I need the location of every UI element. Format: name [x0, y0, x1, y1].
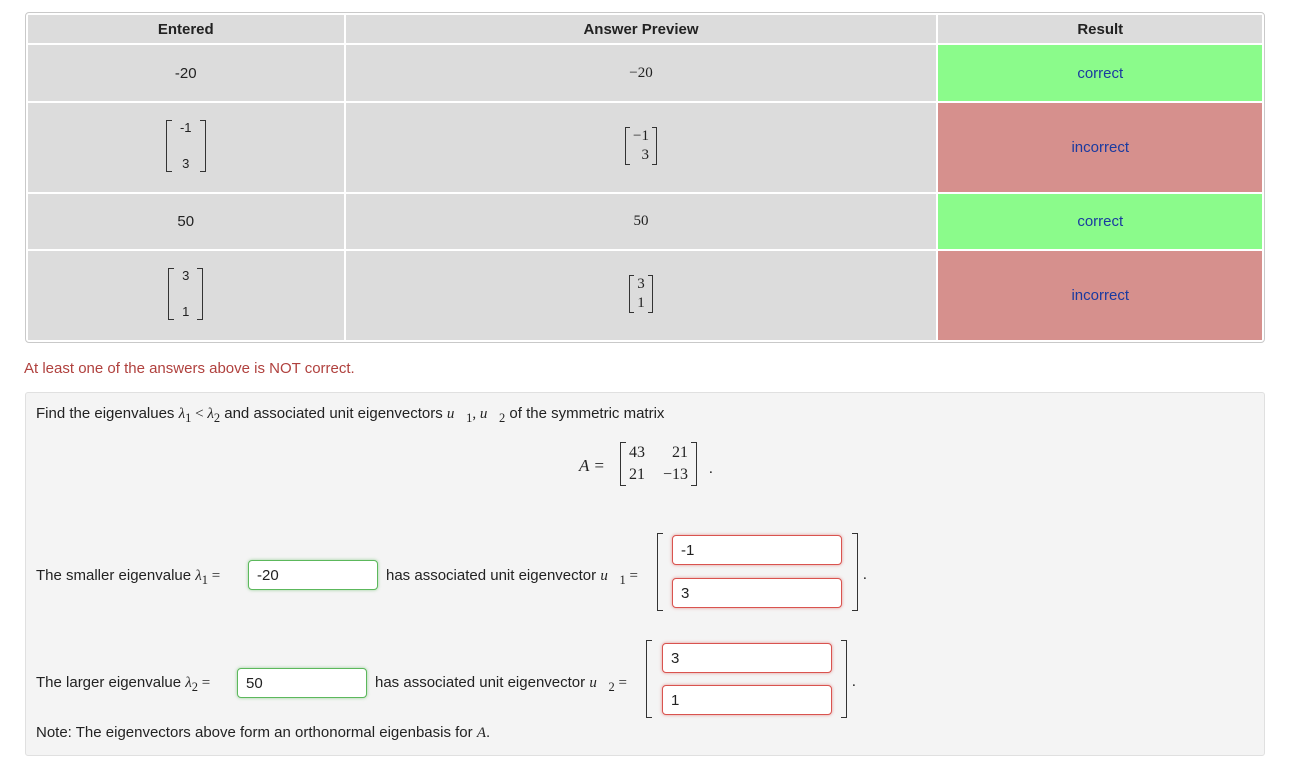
entered-vector: 3 1 [168, 267, 204, 320]
problem-panel: Find the eigenvalues λ1 < λ2 and associa… [25, 392, 1265, 756]
entered-cell: -1 3 [28, 103, 344, 192]
matrix-entry: 43 [629, 444, 645, 461]
matrix-label: A = [579, 456, 605, 475]
header-answer-preview: Answer Preview [345, 15, 937, 43]
table-row: 50 50 correct [28, 194, 1262, 249]
smaller-eigenvalue-label: The smaller eigenvalue λ1 = [36, 567, 221, 587]
problem-statement: Find the eigenvalues λ1 < λ2 and associa… [36, 405, 665, 425]
smaller-eigenvalue-input[interactable] [248, 560, 378, 590]
larger-eigenvalue-label: The larger eigenvalue λ2 = [36, 674, 211, 694]
vector-entry: 3 [182, 267, 190, 283]
table-header-row: Entered Answer Preview Result [28, 15, 1262, 43]
matrix-entry: −13 [663, 466, 689, 483]
vector-entry: 1 [182, 303, 190, 319]
matrix-entry: 21 [672, 444, 689, 461]
u2-label: has associated unit eigenvector u⃗2 = [375, 674, 627, 694]
result-cell: correct [938, 194, 1262, 249]
header-result: Result [938, 15, 1262, 43]
preview-vector: 3 1 [629, 274, 653, 313]
u2-entry-2-input[interactable] [662, 685, 832, 715]
vector-entry: -1 [179, 119, 192, 135]
entered-cell: 50 [28, 194, 344, 249]
preview-cell: 3 1 [345, 251, 937, 340]
entered-cell: 3 1 [28, 251, 344, 340]
table-row: 3 1 3 1 incorrect [28, 251, 1262, 340]
u1-label: has associated unit eigenvector u⃗1 = [386, 567, 638, 587]
matrix-period: . [709, 461, 713, 477]
vector-entry: 3 [637, 275, 645, 292]
u1-entry-2-input[interactable] [672, 578, 842, 608]
entered-cell: -20 [28, 45, 344, 101]
vector-entry: 1 [637, 294, 645, 311]
u1-period: . [863, 567, 867, 583]
matrix-entry: 21 [629, 466, 645, 483]
header-entered: Entered [28, 15, 344, 43]
vector-entry: 3 [641, 146, 649, 163]
matrix-a: 43 21 21 −13 [620, 442, 698, 486]
table-row: -1 3 −1 3 incorrect [28, 103, 1262, 192]
result-cell: incorrect [938, 103, 1262, 192]
u2-period: . [852, 674, 856, 690]
u2-left-bracket [646, 640, 652, 718]
preview-cell: 50 [345, 194, 937, 249]
result-cell: correct [938, 45, 1262, 101]
table-row: -20 −20 correct [28, 45, 1262, 101]
u1-left-bracket [657, 533, 663, 611]
preview-cell: −1 3 [345, 103, 937, 192]
u1-entry-1-input[interactable] [672, 535, 842, 565]
vector-entry: 3 [182, 155, 190, 171]
note-text: Note: The eigenvectors above form an ort… [36, 724, 491, 741]
preview-vector: −1 3 [625, 126, 657, 165]
preview-cell: −20 [345, 45, 937, 101]
entered-vector: -1 3 [165, 119, 206, 172]
u1-right-bracket [852, 533, 858, 611]
vector-entry: −1 [633, 127, 649, 144]
u2-right-bracket [841, 640, 847, 718]
incorrect-warning: At least one of the answers above is NOT… [24, 360, 355, 377]
u2-entry-1-input[interactable] [662, 643, 832, 673]
larger-eigenvalue-input[interactable] [237, 668, 367, 698]
answer-results-table: Entered Answer Preview Result -20 −20 co… [25, 12, 1265, 343]
result-cell: incorrect [938, 251, 1262, 340]
